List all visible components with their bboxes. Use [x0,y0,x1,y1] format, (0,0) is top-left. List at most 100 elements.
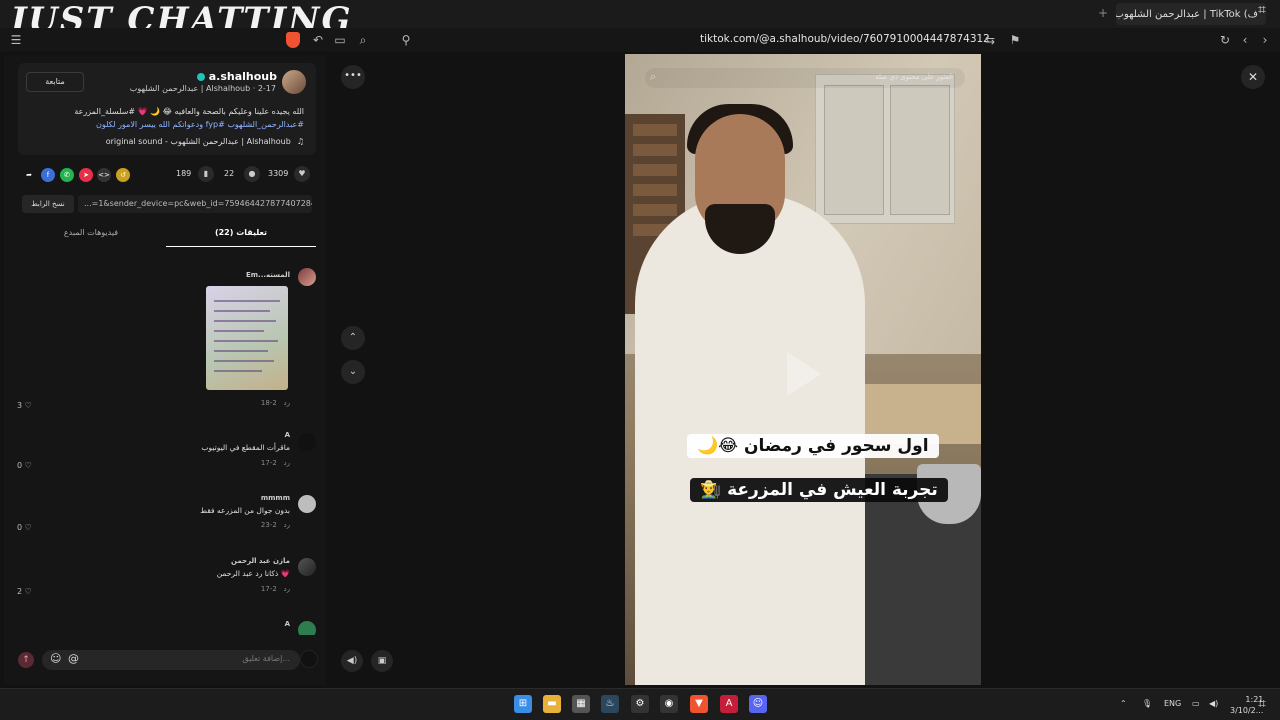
share-arrow-icon[interactable]: ➦ [22,168,36,182]
comment-list: Em...المسته رد 2-18 3 ♡ A ماقرأت المقطع … [4,260,326,635]
comment-likes[interactable]: 0 ♡ [17,461,32,470]
avatar[interactable] [298,621,316,635]
brave-shield-icon[interactable] [286,32,300,48]
active-tab[interactable]: عبدالرحمن الشلهوب | TikTok (ف [1116,3,1266,25]
comment-meta: رد 2-17 [260,459,290,467]
my-avatar [300,650,318,668]
follow-button[interactable]: متابعة [26,72,84,92]
play-icon[interactable] [787,352,821,396]
previous-video-button[interactable]: ⌃ [341,326,365,350]
copy-link-button[interactable]: نسخ الرابط [22,195,74,213]
comment-author[interactable]: A [285,431,290,439]
more-options-button[interactable]: ••• [341,65,365,89]
steam-icon[interactable]: ♨ [601,695,619,713]
address-bar[interactable]: tiktok.com/@a.shalhoub/video/76079100044… [700,33,990,45]
post-sidebar: متابعة a.shalhoub عبدالرحمن الشلهوب | Al… [4,55,326,685]
close-video-button[interactable]: ✕ [1241,65,1265,89]
send-comment-icon[interactable]: ↑ [18,652,34,668]
embed-icon[interactable]: <> [97,168,111,182]
comment-item: Em...المسته رد 2-18 3 ♡ [4,268,316,410]
next-video-button[interactable]: ⌄ [341,360,365,384]
comment-likes[interactable]: 2 ♡ [17,587,32,596]
volume-icon[interactable]: ◀) [341,650,363,672]
engagement-bar: ♥ 3309 ● 22 ▮ 189 ↺ <> ➤ ✆ f ➦ [18,163,320,187]
share-icon[interactable]: ⇆ [982,32,998,48]
facebook-icon[interactable]: f [41,168,55,182]
store-icon[interactable]: ▦ [572,695,590,713]
comment-likes[interactable]: 0 ♡ [17,523,32,532]
avatar[interactable] [298,433,316,451]
back-icon[interactable]: ‹ [1237,32,1253,48]
repost-icon[interactable]: ↺ [116,168,130,182]
video-caption-2: تجربة العيش في المزرعة 👨‍🌾 [690,478,948,502]
overlay-corner-icon: ⌗ [1258,2,1266,18]
reload-icon[interactable]: ↻ [1217,32,1233,48]
volume-tray-icon[interactable]: ◀) [1209,699,1218,708]
panel-tabs: (22) تعليقات فيديوهات المبدع [4,223,316,247]
menu-icon[interactable]: ☰ [8,32,24,48]
tab-comments[interactable]: (22) تعليقات [166,223,316,247]
comment-icon[interactable]: ● [244,166,260,182]
microphone-icon[interactable]: 🎙 [1142,699,1152,708]
network-icon[interactable]: ▭ [1192,699,1200,708]
video-player[interactable]: ⌕ العثور على محتوى ذي صلة اول سحور في رم… [625,54,981,685]
comment-author[interactable]: Em...المسته [246,271,290,279]
avatar[interactable] [298,268,316,286]
start-icon[interactable]: ⊞ [514,695,532,713]
video-search-placeholder: العثور على محتوى ذي صلة [875,73,953,81]
app-a-icon[interactable]: A [720,695,738,713]
creator-username[interactable]: a.shalhoub [196,70,277,83]
link-row: نسخ الرابط ...=1&sender_device=pc&web_id… [22,195,312,213]
comment-text: بدون جوال من المزرعه فقط [200,506,290,515]
file-explorer-icon[interactable]: ▬ [543,695,561,713]
tab-title: عبدالرحمن الشلهوب | TikTok (ف [1116,8,1258,20]
avatar[interactable] [298,558,316,576]
emoji-icon[interactable]: ☺ [50,652,61,665]
obs-icon[interactable]: ◉ [660,695,678,713]
search-icon[interactable]: ⌕ [355,32,371,48]
mention-icon[interactable]: @ [68,652,79,665]
verified-icon [196,72,205,81]
comment-text: ... [283,631,290,635]
comment-meta: رد 2-17 [260,585,290,593]
comment-item: A ... [4,618,316,635]
comment-text: ماقرأت المقطع في اليوتيوب [201,443,290,452]
extension-icon[interactable]: ⚲ [398,32,414,48]
comment-input[interactable]: ☺ @ إضافة تعليق... [42,650,300,670]
browser-tab-bar: JUST CHATTING + ✕ عبدالرحمن الشلهوب | Ti… [0,0,1280,40]
comment-image[interactable] [206,286,288,390]
comment-likes[interactable]: 3 ♡ [17,401,32,410]
comment-author[interactable]: مازن عبد الرحمن [231,557,290,565]
comment-author[interactable]: A [285,620,290,628]
whatsapp-icon[interactable]: ✆ [60,168,74,182]
discord-icon[interactable]: ☺ [749,695,767,713]
settings-icon[interactable]: ⚙ [631,695,649,713]
video-search-bar[interactable]: ⌕ العثور على محتوى ذي صلة [645,68,965,88]
bookmark-post-icon[interactable]: ▮ [198,166,214,182]
pip-icon[interactable]: ▣ [371,650,393,672]
comment-meta: رد 2-18 [260,399,290,407]
creator-avatar[interactable] [282,70,306,94]
search-icon: ⌕ [650,70,657,83]
forward-icon[interactable]: › [1257,32,1273,48]
music-note-icon: ♫ [296,137,304,146]
tray-chevron-icon[interactable]: ⌃ [1120,699,1127,708]
avatar[interactable] [298,495,316,513]
comment-author[interactable]: mmmm [261,494,290,502]
bookmark-icon[interactable]: ⚑ [1007,32,1023,48]
tab-creator-videos[interactable]: فيديوهات المبدع [16,223,166,247]
post-link[interactable]: ...=1&sender_device=pc&web_id=7594644278… [78,195,312,213]
video-frame-cabinet [815,74,955,224]
screen-icon[interactable]: ▭ [332,32,348,48]
like-icon[interactable]: ♥ [294,166,310,182]
new-tab-button[interactable]: + [1098,6,1108,20]
comment-item: مازن عبد الرحمن 💗 ذكانا رد عبد الرحمن رد… [4,556,316,606]
language-indicator[interactable]: ENG [1164,699,1181,708]
comment-text: 💗 ذكانا رد عبد الرحمن [216,569,290,578]
send-icon[interactable]: ➤ [79,168,93,182]
comment-meta: رد 2-23 [260,521,290,529]
brave-browser-icon[interactable]: ▼ [690,695,708,713]
comment-count: 22 [224,169,235,178]
music-link[interactable]: original sound - عبدالرحمن الشلهوب | Als… [106,137,304,146]
undo-icon[interactable]: ↶ [310,32,326,48]
